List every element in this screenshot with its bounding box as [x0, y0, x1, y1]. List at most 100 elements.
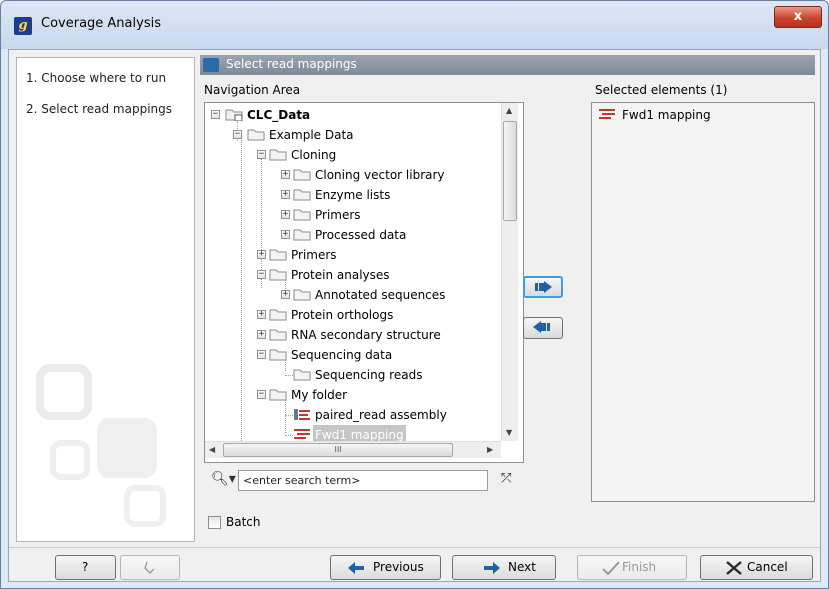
- tree-guide: [285, 415, 293, 416]
- expand-icon[interactable]: +: [281, 170, 290, 179]
- tree-item-primers-cloning[interactable]: + Primers: [205, 205, 501, 225]
- collapse-icon[interactable]: −: [257, 270, 266, 279]
- remove-from-selection-button[interactable]: [523, 317, 563, 339]
- vertical-scroll-thumb[interactable]: [503, 121, 517, 221]
- collapse-icon[interactable]: −: [257, 390, 266, 399]
- scroll-up-icon[interactable]: ▲: [506, 106, 512, 115]
- expand-icon[interactable]: +: [281, 190, 290, 199]
- horizontal-scroll-thumb[interactable]: III: [223, 443, 453, 457]
- folder-open-icon: [269, 269, 287, 281]
- tree-item-label: Annotated sequences: [315, 288, 446, 302]
- section-marker-icon: [203, 58, 219, 72]
- previous-button[interactable]: Previous: [330, 555, 441, 580]
- tree-item-cloning-vector-library[interactable]: + Cloning vector library: [205, 165, 501, 185]
- folder-open-icon: [269, 389, 287, 401]
- tree-item-label: Primers: [291, 248, 337, 262]
- tree-item-processed-data[interactable]: + Processed data: [205, 225, 501, 245]
- cancel-label: Cancel: [747, 560, 788, 574]
- tree-item-clc-data[interactable]: − CLC_Data: [205, 105, 501, 125]
- tree-item-sequencing-data[interactable]: − Sequencing data: [205, 345, 501, 365]
- tree-item-label: paired_read assembly: [315, 408, 447, 422]
- tree-item-sequencing-reads[interactable]: Sequencing reads: [205, 365, 501, 385]
- tree-item-label: Cloning vector library: [315, 168, 445, 182]
- folder-icon: [293, 189, 311, 201]
- tree-item-label: Cloning: [291, 148, 337, 162]
- tree-item-label: My folder: [291, 388, 348, 402]
- checkmark-icon: [602, 561, 620, 575]
- database-folder-icon: [225, 109, 243, 121]
- selected-elements-list[interactable]: Fwd1 mapping: [591, 102, 815, 502]
- navigation-area-label: Navigation Area: [204, 83, 301, 97]
- batch-label: Batch: [226, 515, 261, 529]
- tree-item-protein-orthologs[interactable]: + Protein orthologs: [205, 305, 501, 325]
- search-options-icon[interactable]: ⤱: [501, 471, 511, 486]
- tree-item-label: Primers: [315, 208, 361, 222]
- window-title: Coverage Analysis: [41, 16, 161, 31]
- scroll-left-icon[interactable]: ◀: [209, 445, 215, 454]
- expand-icon[interactable]: +: [257, 330, 266, 339]
- navigation-tree[interactable]: − CLC_Data − Example Data − Cloning + Cl…: [204, 102, 524, 463]
- folder-open-icon: [269, 349, 287, 361]
- read-mapping-icon: [294, 429, 310, 439]
- footer-divider: [9, 547, 820, 548]
- selected-elements-label: Selected elements (1): [595, 83, 728, 97]
- dialog-body: 1. Choose where to run 2. Select read ma…: [8, 49, 821, 582]
- add-to-selection-button[interactable]: [523, 276, 563, 298]
- finish-button[interactable]: Finish: [577, 555, 687, 580]
- tree-item-protein-analyses[interactable]: − Protein analyses: [205, 265, 501, 285]
- folder-icon: [293, 209, 311, 221]
- app-logo-icon: g: [14, 17, 32, 35]
- tree-vertical-scrollbar[interactable]: ▲ ▼: [501, 103, 518, 441]
- collapse-icon[interactable]: −: [211, 110, 220, 119]
- scroll-right-icon[interactable]: ▶: [487, 445, 493, 454]
- selected-item-fwd1-mapping[interactable]: Fwd1 mapping: [596, 105, 812, 125]
- tree-item-paired-read-assembly[interactable]: paired_read assembly: [205, 405, 501, 425]
- collapse-icon[interactable]: −: [257, 350, 266, 359]
- next-button[interactable]: Next: [452, 555, 556, 580]
- tree-item-label: Protein analyses: [291, 268, 390, 282]
- folder-icon: [269, 249, 287, 261]
- collapse-icon[interactable]: −: [257, 150, 266, 159]
- close-x-icon: [726, 561, 742, 575]
- collapse-icon[interactable]: −: [233, 130, 242, 139]
- tree-item-label: Protein orthologs: [291, 308, 394, 322]
- step-select-read-mappings[interactable]: 2. Select read mappings: [26, 102, 172, 116]
- tree-item-rna-secondary-structure[interactable]: + RNA secondary structure: [205, 325, 501, 345]
- tree-item-enzyme-lists[interactable]: + Enzyme lists: [205, 185, 501, 205]
- search-input[interactable]: [238, 470, 488, 491]
- tree-item-label: RNA secondary structure: [291, 328, 441, 342]
- close-button[interactable]: x: [774, 6, 822, 28]
- tree-horizontal-scrollbar[interactable]: ◀ III ▶: [205, 441, 501, 458]
- wizard-steps-panel: 1. Choose where to run 2. Select read ma…: [16, 57, 195, 542]
- tree-item-example-data[interactable]: − Example Data: [205, 125, 501, 145]
- folder-open-icon: [269, 149, 287, 161]
- tree-item-label: Processed data: [315, 228, 407, 242]
- expand-icon[interactable]: +: [281, 290, 290, 299]
- restore-defaults-button[interactable]: [120, 555, 180, 580]
- tree-item-label: Example Data: [269, 128, 354, 142]
- tree-guide: [285, 435, 293, 436]
- arrow-right-icon: [484, 562, 500, 574]
- tree-item-label: Sequencing data: [291, 348, 393, 362]
- folder-icon: [269, 309, 287, 321]
- cancel-button[interactable]: Cancel: [700, 555, 813, 580]
- assembly-icon: [294, 409, 310, 420]
- expand-icon[interactable]: +: [257, 250, 266, 259]
- search-icon[interactable]: 🔍︎▾: [211, 471, 236, 487]
- expand-icon[interactable]: +: [257, 310, 266, 319]
- help-button[interactable]: ?: [55, 555, 116, 580]
- tree-item-my-folder[interactable]: − My folder: [205, 385, 501, 405]
- expand-icon[interactable]: +: [281, 210, 290, 219]
- finish-label: Finish: [622, 560, 657, 574]
- batch-checkbox[interactable]: [208, 516, 221, 529]
- folder-icon: [293, 289, 311, 301]
- folder-icon: [293, 229, 311, 241]
- expand-icon[interactable]: +: [281, 230, 290, 239]
- tree-item-annotated-sequences[interactable]: + Annotated sequences: [205, 285, 501, 305]
- title-bar[interactable]: g Coverage Analysis x: [1, 1, 828, 49]
- tree-item-label: Sequencing reads: [315, 368, 423, 382]
- step-choose-where-to-run[interactable]: 1. Choose where to run: [26, 71, 166, 85]
- tree-item-primers[interactable]: + Primers: [205, 245, 501, 265]
- scroll-down-icon[interactable]: ▼: [506, 428, 512, 437]
- tree-item-cloning[interactable]: − Cloning: [205, 145, 501, 165]
